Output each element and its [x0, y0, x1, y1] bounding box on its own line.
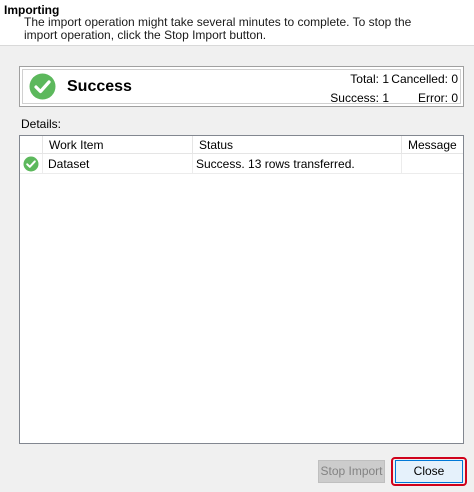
row-status-icon-cell	[20, 154, 43, 174]
summary-panel: Success Total: 1 Cancelled: 0 Success: 1…	[19, 66, 464, 107]
error-count: Error: 0	[417, 91, 458, 105]
dialog-header: Importing The import operation might tak…	[0, 0, 474, 46]
column-header-message[interactable]: Message	[402, 136, 463, 154]
details-table[interactable]: Work Item Status Message Dataset Success…	[19, 135, 464, 444]
table-row[interactable]: Dataset Success. 13 rows transferred.	[20, 154, 463, 174]
close-button-highlight: Close	[391, 457, 467, 486]
table-header: Work Item Status Message	[20, 136, 463, 154]
total-count: Total: 1	[350, 72, 389, 86]
column-header-work-item[interactable]: Work Item	[43, 136, 193, 154]
cancelled-count: Cancelled: 0	[391, 72, 458, 86]
stop-import-button[interactable]: Stop Import	[318, 460, 385, 483]
success-count: Success: 1	[330, 91, 389, 105]
row-status: Success. 13 rows transferred.	[193, 154, 402, 174]
row-message	[402, 154, 463, 174]
success-check-icon	[29, 73, 56, 100]
check-circle-icon	[23, 156, 39, 172]
column-header-status[interactable]: Status	[193, 136, 402, 154]
dialog-description: The import operation might take several …	[24, 15, 412, 42]
row-work-item: Dataset	[43, 154, 193, 174]
summary-status: Success	[67, 78, 132, 95]
column-header-icon[interactable]	[20, 136, 43, 154]
details-label: Details:	[21, 117, 62, 131]
close-button[interactable]: Close	[395, 460, 463, 483]
